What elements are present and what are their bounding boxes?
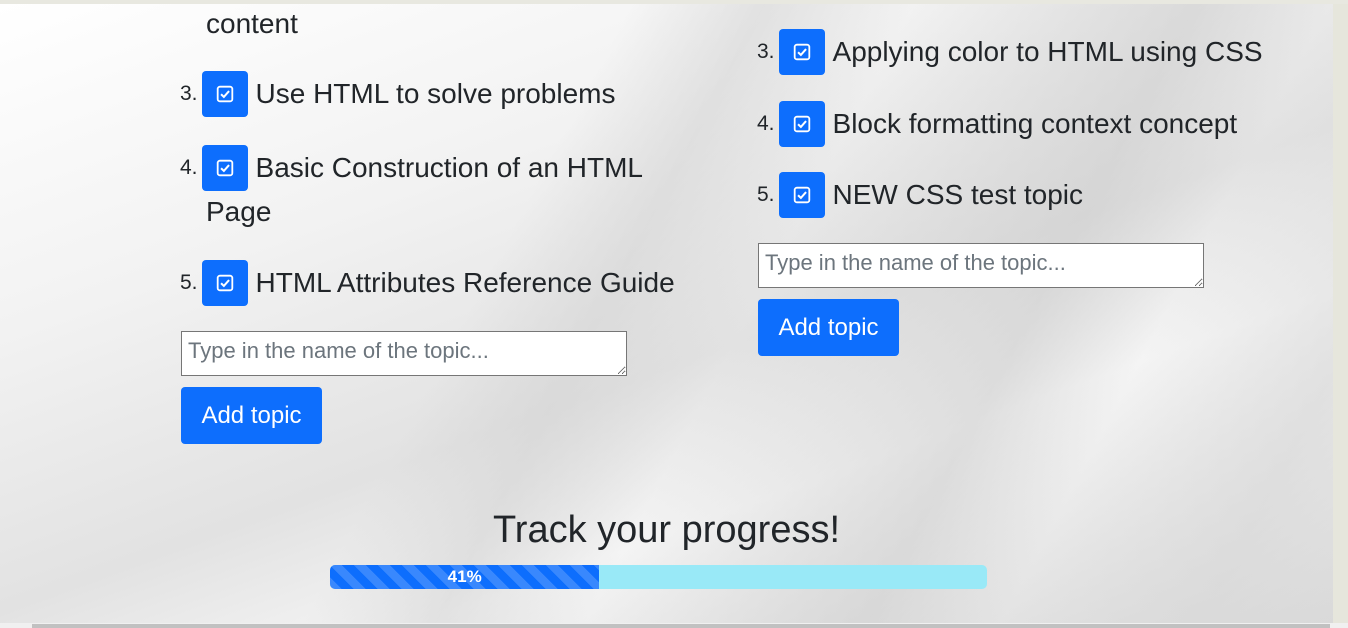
check-square-icon (793, 43, 810, 61)
check-square-icon (793, 186, 810, 204)
list-item: 5. HTML Attributes Reference Guide (180, 260, 675, 306)
vertical-scrollbar[interactable] (1333, 4, 1348, 623)
progress-title: Track your progress! (492, 509, 841, 551)
horizontal-scrollbar-thumb[interactable] (32, 624, 1330, 628)
list-item: 4. Basic Construction of an HTML (180, 145, 643, 191)
list-item-label: Block formatting context concept (832, 108, 1238, 139)
topic-checkbox[interactable] (201, 71, 248, 117)
progress-bar-fill: 41% (330, 565, 600, 589)
list-item-label-continued: Page (206, 196, 272, 227)
list-item-number: 4. (180, 156, 198, 179)
topic-checkbox[interactable] (778, 172, 825, 218)
list-item: 4. Block formatting context concept (757, 101, 1237, 147)
list-item-number: 5. (180, 271, 198, 294)
check-square-icon (216, 85, 233, 103)
progress-bar: 41% (330, 565, 987, 589)
list-item: 5. NEW CSS test topic (757, 172, 1083, 218)
add-topic-button-right[interactable]: Add topic (758, 299, 899, 356)
new-topic-input-left[interactable] (181, 331, 627, 376)
list-item-number: 3. (180, 82, 198, 105)
check-square-icon (216, 159, 233, 177)
new-topic-input-right[interactable] (758, 243, 1204, 288)
list-item-label: NEW CSS test topic (832, 179, 1084, 210)
page-background: content 3. Use HTML to solve problems 4.… (0, 4, 1333, 623)
list-item-label: HTML Attributes Reference Guide (255, 267, 675, 298)
list-item-number: 3. (757, 40, 775, 63)
list-item: 3. Use HTML to solve problems (180, 71, 615, 117)
topic-checkbox[interactable] (778, 101, 825, 147)
topic-checkbox[interactable] (778, 29, 825, 75)
list-item-label: Basic Construction of an HTML (255, 152, 644, 183)
list-item-number: 4. (757, 112, 775, 135)
list-item: 3. Applying color to HTML using CSS (757, 29, 1263, 75)
progress-label: 41% (447, 567, 482, 586)
check-square-icon (216, 274, 233, 292)
list-item-number: 5. (757, 183, 775, 206)
list-item-fragment: content (206, 8, 298, 39)
list-item-label: Use HTML to solve problems (255, 78, 616, 109)
topic-checkbox[interactable] (201, 260, 248, 306)
add-topic-button-left[interactable]: Add topic (181, 387, 322, 444)
horizontal-scrollbar[interactable] (0, 623, 1348, 628)
check-square-icon (793, 115, 810, 133)
list-item-label: Applying color to HTML using CSS (832, 36, 1263, 67)
topic-checkbox[interactable] (201, 145, 248, 191)
